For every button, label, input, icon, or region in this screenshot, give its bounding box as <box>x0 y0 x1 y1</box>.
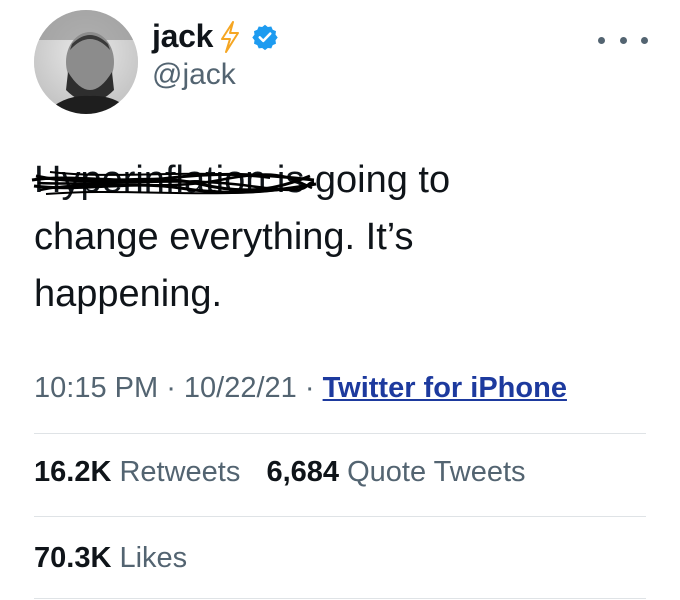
likes-stat[interactable]: 70.3K Likes <box>34 542 187 574</box>
divider <box>34 516 646 517</box>
tweet-detail: jack @jack Hyperinflation is going to ch… <box>0 0 680 600</box>
quote-tweets-stat[interactable]: 6,684 Quote Tweets <box>266 456 525 488</box>
tweet-source-link[interactable]: Twitter for iPhone <box>323 372 567 404</box>
scribbled-word: Hyperinflation <box>31 152 317 209</box>
tweet-text: Hyperinflation is going to change everyt… <box>31 152 634 323</box>
divider <box>34 598 646 599</box>
likes-stat-row: 70.3K Likes <box>34 542 187 575</box>
more-options-icon[interactable] <box>598 28 648 52</box>
engagement-stats-row: 16.2K Retweets 6,684 Quote Tweets <box>34 456 526 489</box>
avatar[interactable] <box>34 10 138 114</box>
retweets-stat[interactable]: 16.2K Retweets <box>34 456 240 488</box>
tweet-meta: 10:15 PM · 10/22/21 · Twitter for iPhone <box>34 372 567 404</box>
author-display-name[interactable]: jack <box>152 18 213 55</box>
lightning-bolt-icon <box>219 20 241 53</box>
author-name-row: jack <box>152 18 279 55</box>
tweet-date[interactable]: 10/22/21 <box>184 372 297 404</box>
profile-photo <box>34 10 138 114</box>
divider <box>34 433 646 434</box>
verified-badge-icon <box>251 23 279 51</box>
tweet-time[interactable]: 10:15 PM <box>34 372 158 404</box>
author-handle[interactable]: @jack <box>152 58 236 92</box>
